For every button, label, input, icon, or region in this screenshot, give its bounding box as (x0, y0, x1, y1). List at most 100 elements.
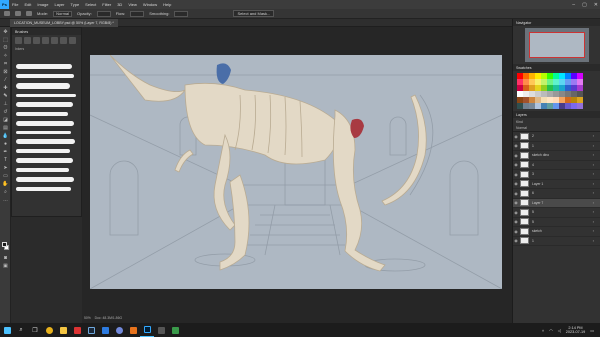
visibility-eye-icon[interactable]: ◉ (513, 238, 519, 243)
menu-layer[interactable]: Layer (51, 2, 67, 7)
visibility-eye-icon[interactable]: ◉ (513, 200, 519, 205)
opacity-field[interactable] (96, 10, 111, 17)
discord-icon[interactable] (112, 323, 126, 337)
visibility-eye-icon[interactable]: ◉ (513, 143, 519, 148)
hand-tool-icon[interactable]: ✋ (2, 181, 9, 187)
eyedropper-tool-icon[interactable]: ⁄ (2, 77, 9, 83)
more-tools-icon[interactable]: … (2, 197, 9, 203)
layer-name[interactable]: Layer 1 (532, 182, 543, 186)
foreground-color-swatch[interactable] (2, 242, 7, 247)
brush-stroke-preview[interactable] (16, 149, 70, 153)
document-canvas[interactable] (90, 55, 502, 289)
recent-brush[interactable] (69, 37, 76, 44)
navigator-view-box[interactable] (528, 32, 585, 58)
visibility-eye-icon[interactable]: ◉ (513, 210, 519, 215)
layer-name[interactable]: 4 (532, 163, 534, 167)
visibility-eye-icon[interactable]: ◉ (513, 181, 519, 186)
menu-filter[interactable]: Filter (99, 2, 114, 7)
visibility-eye-icon[interactable]: ◉ (513, 162, 519, 167)
layer-name[interactable]: 3 (532, 172, 534, 176)
lasso-tool-icon[interactable]: ʘ (2, 45, 9, 51)
brush-stroke-preview[interactable] (16, 121, 74, 126)
steam-icon[interactable] (84, 323, 98, 337)
menu-type[interactable]: Type (68, 2, 83, 7)
minimize-icon[interactable]: – (572, 2, 575, 8)
brush-settings-icon[interactable] (26, 11, 32, 16)
app-blue-icon[interactable] (98, 323, 112, 337)
screen-mode-icon[interactable]: ▣ (2, 263, 9, 269)
quick-mask-icon[interactable]: ◙ (2, 255, 9, 261)
volume-icon[interactable]: ◁ (558, 328, 561, 333)
brushes-panel-title[interactable]: Brushes (12, 28, 81, 35)
blur-tool-icon[interactable]: 💧 (2, 133, 9, 139)
brush-stroke-preview[interactable] (16, 158, 73, 163)
menu-help[interactable]: Help (160, 2, 174, 7)
recent-brush[interactable] (24, 37, 31, 44)
layer-name[interactable]: 2 (532, 134, 534, 138)
layers-panel-title[interactable]: Layers (513, 111, 600, 118)
menu-window[interactable]: Window (140, 2, 160, 7)
search-icon[interactable]: ⌕ (14, 323, 28, 337)
network-icon[interactable]: ◠ (549, 328, 553, 333)
taskbar-clock[interactable]: 2:14 PM 2023-07-19 (566, 326, 585, 335)
flow-field[interactable] (130, 10, 145, 17)
windows-start-icon[interactable] (0, 323, 14, 337)
magic-wand-tool-icon[interactable]: ✧ (2, 53, 9, 59)
layer-row[interactable]: ◉ 6 ▪ (513, 189, 600, 199)
layer-row[interactable]: ◉ Layer 7 ▪ (513, 198, 600, 208)
visibility-eye-icon[interactable]: ◉ (513, 172, 519, 177)
layer-name[interactable]: 5 (532, 210, 534, 214)
brush-stroke-preview[interactable] (16, 102, 73, 107)
home-icon[interactable] (4, 11, 10, 16)
marquee-tool-icon[interactable]: ⬚ (2, 37, 9, 43)
visibility-eye-icon[interactable]: ◉ (513, 219, 519, 224)
eraser-tool-icon[interactable]: ◪ (2, 117, 9, 123)
layer-row[interactable]: ◉ 3 ▪ (513, 170, 600, 180)
brush-tool-preset-icon[interactable] (15, 11, 21, 16)
brush-stroke-preview[interactable] (16, 168, 69, 172)
zoom-level[interactable]: 50% (84, 316, 91, 320)
visibility-eye-icon[interactable]: ◉ (513, 134, 519, 139)
mode-select[interactable]: Normal (53, 10, 73, 17)
layer-name[interactable]: sketch (532, 229, 542, 233)
menu-3d[interactable]: 3D (114, 2, 125, 7)
layer-row[interactable]: ◉ 5 ▪ (513, 208, 600, 218)
layer-name[interactable]: Layer 7 (532, 201, 543, 205)
layer-name[interactable]: 5 (532, 220, 534, 224)
maximize-icon[interactable]: ▢ (582, 2, 587, 8)
notifications-icon[interactable]: ▭ (590, 328, 594, 333)
layer-row[interactable]: ◉ 1 ▪ (513, 237, 600, 246)
chrome-icon[interactable] (42, 323, 56, 337)
navigator-preview[interactable] (524, 28, 589, 62)
recent-brush[interactable] (51, 37, 58, 44)
menu-view[interactable]: View (125, 2, 140, 7)
layer-name[interactable]: sketch dino (532, 153, 549, 157)
pen-tool-icon[interactable]: ✒ (2, 149, 9, 155)
menu-image[interactable]: Image (34, 2, 51, 7)
layer-row[interactable]: ◉ sketch ▪ (513, 227, 600, 237)
path-selection-tool-icon[interactable]: ➤ (2, 165, 9, 171)
app-orange-icon[interactable] (126, 323, 140, 337)
brush-stroke-preview[interactable] (16, 74, 74, 78)
photoshop-taskbar-icon[interactable] (140, 323, 154, 337)
brush-stroke-preview[interactable] (16, 187, 71, 191)
brush-stroke-preview[interactable] (16, 177, 74, 182)
layer-name[interactable]: 1 (532, 144, 534, 148)
document-tab[interactable]: LOCATION_MUSEUM_LOBBY.psd @ 50% (Layer 7… (10, 19, 118, 27)
brush-stroke-preview[interactable] (16, 131, 71, 134)
file-explorer-icon[interactable] (56, 323, 70, 337)
brush-stroke-preview[interactable] (16, 139, 75, 144)
brush-tool-icon[interactable]: ✎ (2, 93, 9, 99)
navigator-panel-title[interactable]: Navigator (513, 19, 600, 26)
healing-brush-tool-icon[interactable]: ✚ (2, 85, 9, 91)
frame-tool-icon[interactable]: ⊠ (2, 69, 9, 75)
visibility-eye-icon[interactable]: ◉ (513, 153, 519, 158)
menu-edit[interactable]: Edit (21, 2, 34, 7)
clone-stamp-tool-icon[interactable]: ⊥ (2, 101, 9, 107)
brush-stroke-preview[interactable] (16, 83, 70, 89)
color-swatch[interactable] (577, 103, 583, 109)
dodge-tool-icon[interactable]: ● (2, 141, 9, 147)
app-red-icon[interactable] (70, 323, 84, 337)
smoothing-field[interactable] (174, 10, 189, 17)
layer-row[interactable]: ◉ 2 ▪ (513, 132, 600, 142)
